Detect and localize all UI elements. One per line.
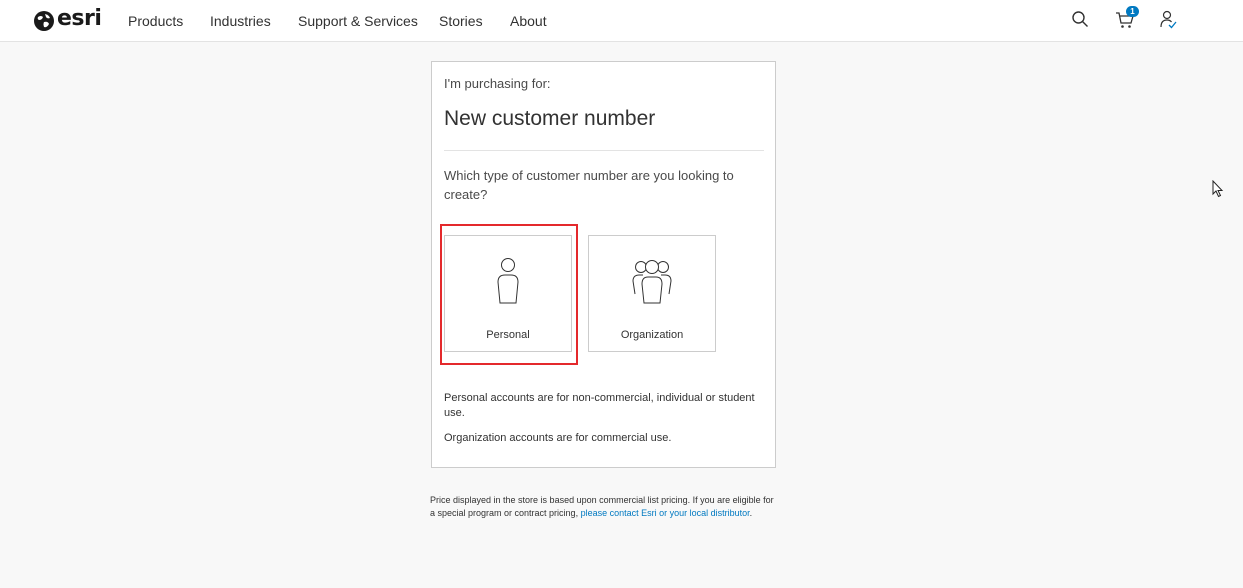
nav-stories[interactable]: Stories (439, 13, 483, 29)
cart-count-badge: 1 (1126, 6, 1139, 17)
customer-number-card: I'm purchasing for: New customer number … (431, 61, 776, 468)
personal-option-label: Personal (486, 329, 530, 341)
contact-esri-link[interactable]: please contact Esri or your local distri… (581, 508, 750, 518)
pricing-disclaimer: Price displayed in the store is based up… (430, 494, 775, 520)
organization-option-button[interactable]: Organization (588, 235, 716, 352)
organization-option-label: Organization (620, 329, 684, 341)
top-navigation-bar: esri Products Industries Support & Servi… (0, 0, 1243, 42)
person-icon (445, 258, 571, 306)
globe-icon (34, 11, 54, 31)
disclaimer-end: . (749, 508, 753, 518)
divider (444, 150, 764, 151)
search-icon[interactable] (1071, 10, 1091, 30)
nav-about[interactable]: About (510, 13, 547, 29)
mouse-pointer-icon (1212, 179, 1224, 203)
organization-account-note: Organization accounts are for commercial… (444, 432, 672, 444)
esri-logo[interactable]: esri (33, 6, 102, 33)
purchasing-for-label: I'm purchasing for: (444, 76, 551, 91)
nav-products[interactable]: Products (128, 13, 183, 29)
nav-industries[interactable]: Industries (210, 13, 271, 29)
nav-support-services[interactable]: Support & Services (298, 13, 418, 29)
personal-account-note: Personal accounts are for non-commercial… (444, 392, 755, 419)
brand-name: esri (57, 6, 102, 31)
page-title: New customer number (444, 107, 656, 130)
personal-option-button[interactable]: Personal (444, 235, 572, 352)
customer-type-question: Which type of customer number are you lo… (444, 168, 734, 202)
group-icon (589, 258, 715, 306)
user-signed-in-icon[interactable] (1159, 10, 1179, 30)
